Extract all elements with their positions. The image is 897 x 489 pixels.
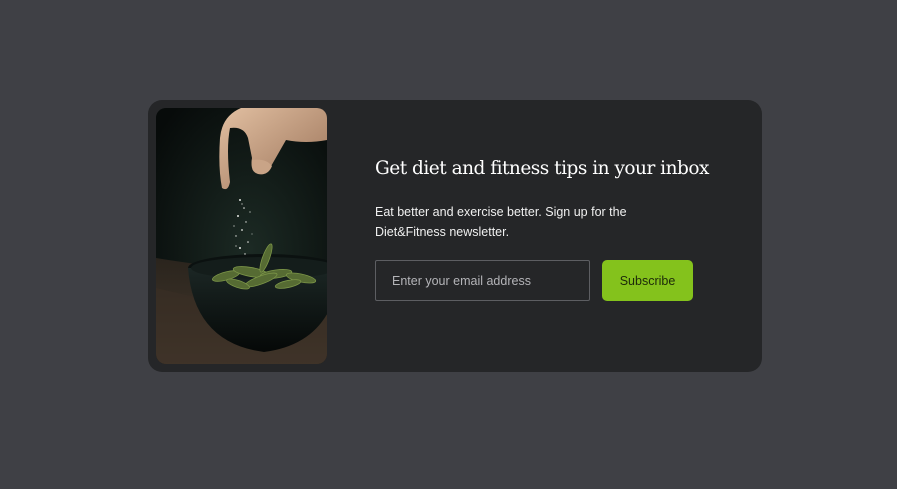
newsletter-title: Get diet and fitness tips in your inbox [375, 158, 709, 179]
newsletter-card: Get diet and fitness tips in your inbox … [148, 100, 762, 372]
subscribe-button[interactable]: Subscribe [602, 260, 693, 301]
food-photo [156, 108, 327, 364]
newsletter-description: Eat better and exercise better. Sign up … [375, 205, 627, 239]
newsletter-content: Get diet and fitness tips in your inbox … [375, 100, 745, 372]
email-input[interactable] [375, 260, 590, 301]
